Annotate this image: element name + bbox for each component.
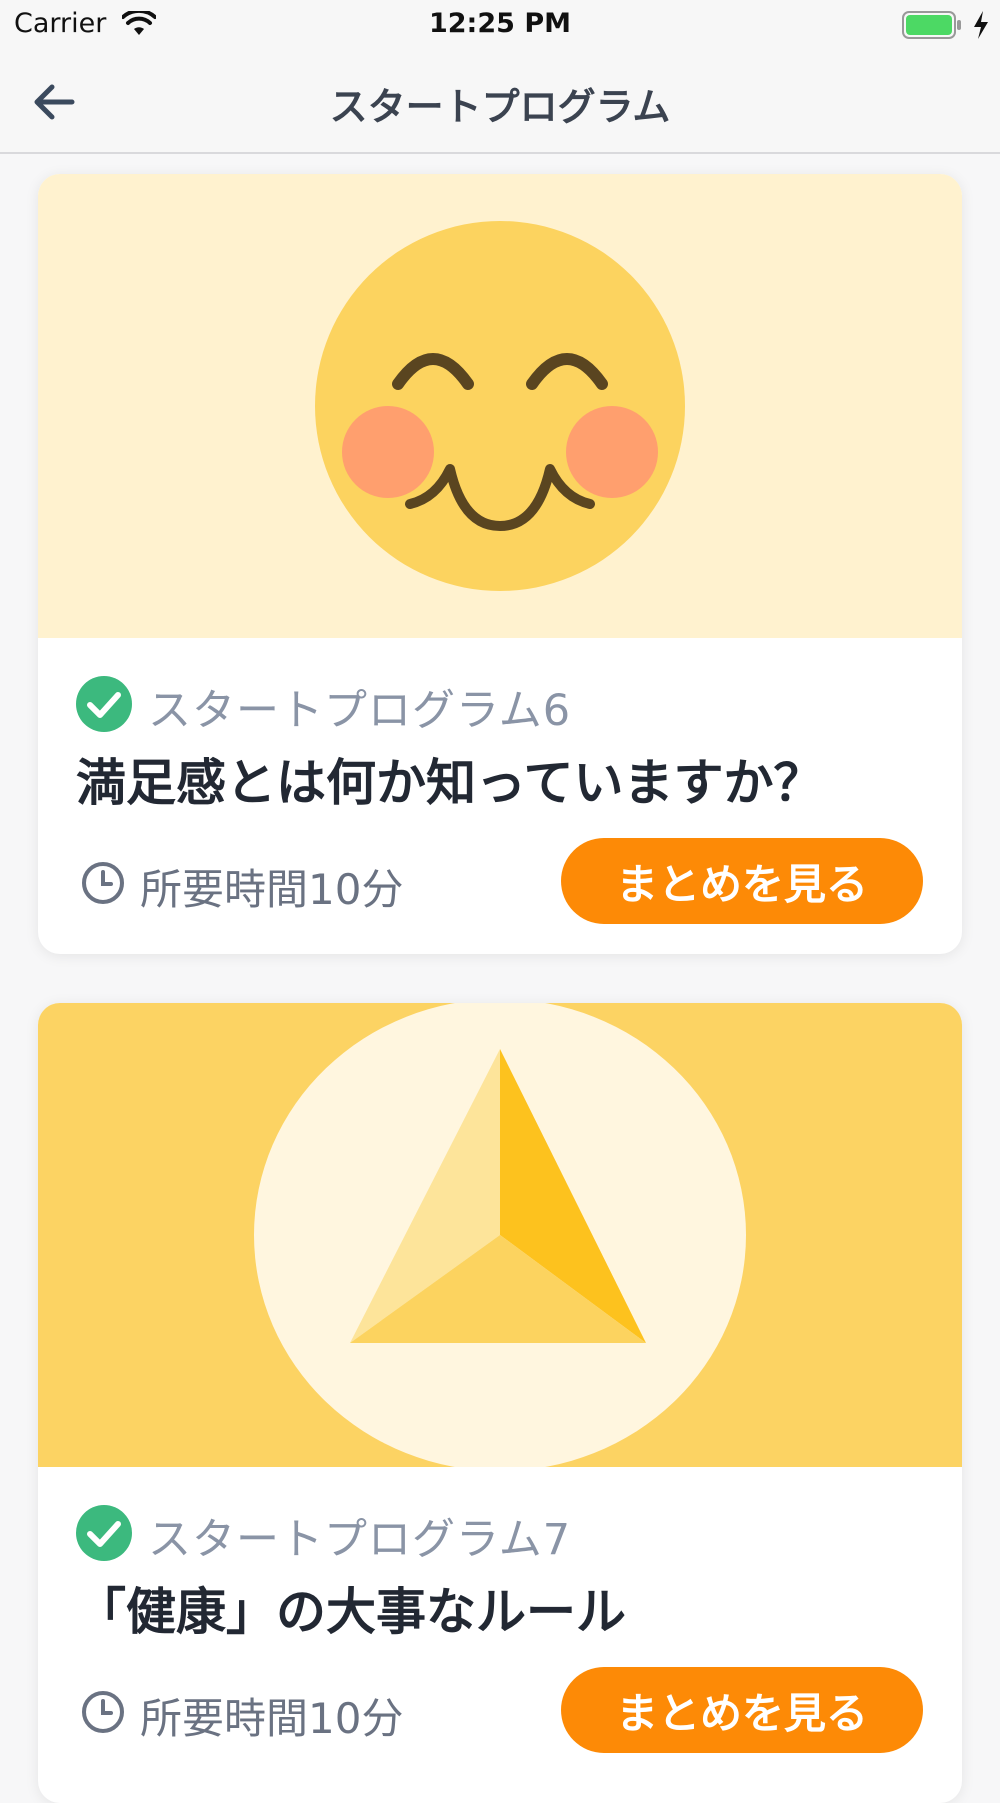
check-circle-icon	[76, 1505, 132, 1561]
blushing-smile-face-icon	[38, 174, 962, 638]
card-image	[38, 174, 962, 638]
battery-icon	[902, 11, 961, 39]
card-image	[38, 1003, 962, 1467]
status-time: 12:25 PM	[428, 8, 571, 39]
navigation-bar: スタートプログラム	[0, 50, 1000, 154]
status-bar: Carrier 12:25 PM	[0, 0, 1000, 50]
program-card[interactable]: スタートプログラム6 満足感とは何か知っていますか？ 所要時間10分 まとめを見…	[38, 174, 962, 954]
program-label: スタートプログラム7	[148, 1515, 572, 1565]
page-title: スタートプログラム	[329, 85, 671, 129]
check-circle-icon	[76, 676, 132, 732]
charging-bolt-icon	[974, 11, 988, 39]
duration-label: 所要時間10分	[140, 865, 404, 914]
card-title: 「健康」の大事なルール	[76, 1583, 626, 1641]
program-card[interactable]: スタートプログラム7 「健康」の大事なルール 所要時間10分 まとめを見る	[38, 1003, 962, 1803]
view-summary-button[interactable]: まとめを見る	[561, 838, 923, 924]
golden-triangle-pyramid-icon	[38, 1003, 962, 1467]
clock-icon	[82, 1691, 124, 1733]
clock-icon	[82, 862, 124, 904]
duration-label: 所要時間10分	[140, 1694, 404, 1743]
program-label: スタートプログラム6	[148, 686, 572, 736]
card-title: 満足感とは何か知っていますか？	[76, 754, 824, 812]
view-summary-button[interactable]: まとめを見る	[561, 1667, 923, 1753]
